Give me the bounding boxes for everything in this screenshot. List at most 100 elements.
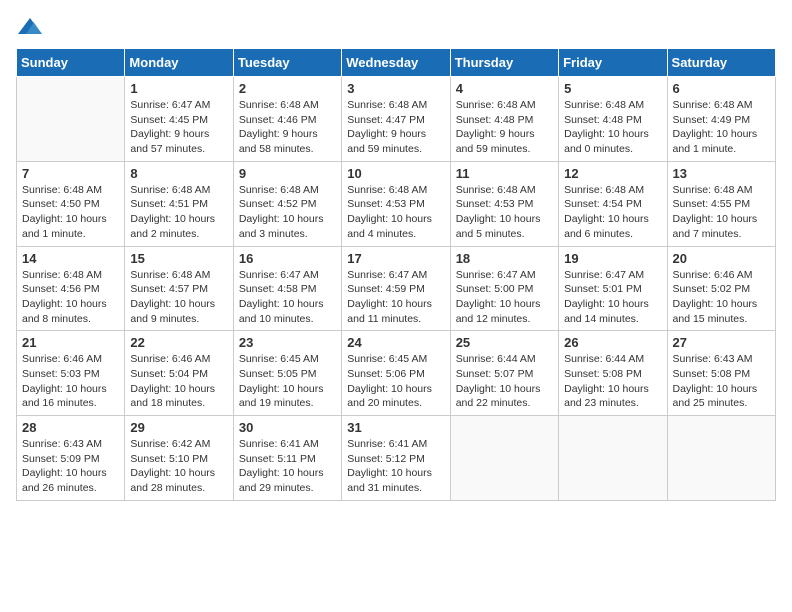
day-number: 4 <box>456 81 553 96</box>
calendar-cell: 3 Sunrise: 6:48 AMSunset: 4:47 PMDaylight… <box>342 77 450 162</box>
calendar-cell: 20 Sunrise: 6:46 AMSunset: 5:02 PMDayligh… <box>667 246 775 331</box>
day-info: Sunrise: 6:47 AMSunset: 5:01 PMDaylight:… <box>564 268 661 327</box>
day-info: Sunrise: 6:46 AMSunset: 5:04 PMDaylight:… <box>130 352 227 411</box>
day-info: Sunrise: 6:48 AMSunset: 4:51 PMDaylight:… <box>130 183 227 242</box>
day-number: 24 <box>347 335 444 350</box>
day-info: Sunrise: 6:47 AMSunset: 4:59 PMDaylight:… <box>347 268 444 327</box>
calendar-week-row: 28Sunrise: 6:43 AMSunset: 5:09 PMDayligh… <box>17 416 776 501</box>
day-number: 22 <box>130 335 227 350</box>
calendar-cell: 7Sunrise: 6:48 AMSunset: 4:50 PMDaylight… <box>17 161 125 246</box>
calendar-cell: 23 Sunrise: 6:45 AMSunset: 5:05 PMDayligh… <box>233 331 341 416</box>
day-info: Sunrise: 6:44 AMSunset: 5:08 PMDaylight:… <box>564 352 661 411</box>
weekday-header-sunday: Sunday <box>17 49 125 77</box>
day-info: Sunrise: 6:45 AMSunset: 5:06 PMDaylight:… <box>347 352 444 411</box>
weekday-header-friday: Friday <box>559 49 667 77</box>
day-number: 1 <box>130 81 227 96</box>
calendar-cell: 29Sunrise: 6:42 AMSunset: 5:10 PMDayligh… <box>125 416 233 501</box>
calendar-cell <box>559 416 667 501</box>
calendar-week-row: 1 Sunrise: 6:47 AMSunset: 4:45 PMDaylight… <box>17 77 776 162</box>
logo-icon <box>16 16 44 38</box>
calendar-cell: 9 Sunrise: 6:48 AMSunset: 4:52 PMDaylight… <box>233 161 341 246</box>
calendar-cell: 12Sunrise: 6:48 AMSunset: 4:54 PMDayligh… <box>559 161 667 246</box>
page-header <box>16 16 776 38</box>
day-number: 8 <box>130 166 227 181</box>
day-info: Sunrise: 6:42 AMSunset: 5:10 PMDaylight:… <box>130 437 227 496</box>
calendar-cell: 6Sunrise: 6:48 AMSunset: 4:49 PMDaylight… <box>667 77 775 162</box>
day-info: Sunrise: 6:41 AMSunset: 5:11 PMDaylight:… <box>239 437 336 496</box>
day-number: 27 <box>673 335 770 350</box>
day-number: 6 <box>673 81 770 96</box>
calendar-cell: 1 Sunrise: 6:47 AMSunset: 4:45 PMDaylight… <box>125 77 233 162</box>
day-info: Sunrise: 6:48 AMSunset: 4:56 PMDaylight:… <box>22 268 119 327</box>
calendar-cell: 16 Sunrise: 6:47 AMSunset: 4:58 PMDayligh… <box>233 246 341 331</box>
day-info: Sunrise: 6:47 AMSunset: 4:45 PMDaylight:… <box>130 98 227 157</box>
weekday-header-wednesday: Wednesday <box>342 49 450 77</box>
day-info: Sunrise: 6:48 AMSunset: 4:48 PMDaylight:… <box>456 98 553 157</box>
day-number: 13 <box>673 166 770 181</box>
calendar-cell <box>667 416 775 501</box>
day-number: 31 <box>347 420 444 435</box>
calendar-cell: 8 Sunrise: 6:48 AMSunset: 4:51 PMDaylight… <box>125 161 233 246</box>
calendar-week-row: 21 Sunrise: 6:46 AMSunset: 5:03 PMDayligh… <box>17 331 776 416</box>
day-number: 20 <box>673 251 770 266</box>
day-info: Sunrise: 6:47 AMSunset: 5:00 PMDaylight:… <box>456 268 553 327</box>
day-number: 10 <box>347 166 444 181</box>
day-info: Sunrise: 6:48 AMSunset: 4:47 PMDaylight:… <box>347 98 444 157</box>
calendar-header-row: SundayMondayTuesdayWednesdayThursdayFrid… <box>17 49 776 77</box>
day-number: 5 <box>564 81 661 96</box>
day-info: Sunrise: 6:41 AMSunset: 5:12 PMDaylight:… <box>347 437 444 496</box>
calendar-cell: 15 Sunrise: 6:48 AMSunset: 4:57 PMDayligh… <box>125 246 233 331</box>
weekday-header-monday: Monday <box>125 49 233 77</box>
calendar-cell: 25Sunrise: 6:44 AMSunset: 5:07 PMDayligh… <box>450 331 558 416</box>
calendar-cell <box>450 416 558 501</box>
logo <box>16 16 48 38</box>
calendar-table: SundayMondayTuesdayWednesdayThursdayFrid… <box>16 48 776 501</box>
calendar-week-row: 7Sunrise: 6:48 AMSunset: 4:50 PMDaylight… <box>17 161 776 246</box>
day-info: Sunrise: 6:48 AMSunset: 4:46 PMDaylight:… <box>239 98 336 157</box>
calendar-cell: 13 Sunrise: 6:48 AMSunset: 4:55 PMDayligh… <box>667 161 775 246</box>
day-info: Sunrise: 6:45 AMSunset: 5:05 PMDaylight:… <box>239 352 336 411</box>
day-number: 21 <box>22 335 119 350</box>
day-number: 2 <box>239 81 336 96</box>
day-info: Sunrise: 6:48 AMSunset: 4:53 PMDaylight:… <box>347 183 444 242</box>
day-number: 16 <box>239 251 336 266</box>
day-info: Sunrise: 6:48 AMSunset: 4:57 PMDaylight:… <box>130 268 227 327</box>
calendar-cell: 5 Sunrise: 6:48 AMSunset: 4:48 PMDaylight… <box>559 77 667 162</box>
day-number: 19 <box>564 251 661 266</box>
calendar-cell: 27 Sunrise: 6:43 AMSunset: 5:08 PMDayligh… <box>667 331 775 416</box>
calendar-cell: 21 Sunrise: 6:46 AMSunset: 5:03 PMDayligh… <box>17 331 125 416</box>
calendar-cell: 30 Sunrise: 6:41 AMSunset: 5:11 PMDayligh… <box>233 416 341 501</box>
day-info: Sunrise: 6:48 AMSunset: 4:48 PMDaylight:… <box>564 98 661 157</box>
day-info: Sunrise: 6:43 AMSunset: 5:09 PMDaylight:… <box>22 437 119 496</box>
day-number: 18 <box>456 251 553 266</box>
calendar-cell <box>17 77 125 162</box>
calendar-cell: 18 Sunrise: 6:47 AMSunset: 5:00 PMDayligh… <box>450 246 558 331</box>
calendar-cell: 22 Sunrise: 6:46 AMSunset: 5:04 PMDayligh… <box>125 331 233 416</box>
calendar-cell: 19 Sunrise: 6:47 AMSunset: 5:01 PMDayligh… <box>559 246 667 331</box>
calendar-cell: 4 Sunrise: 6:48 AMSunset: 4:48 PMDaylight… <box>450 77 558 162</box>
day-info: Sunrise: 6:48 AMSunset: 4:55 PMDaylight:… <box>673 183 770 242</box>
day-number: 26 <box>564 335 661 350</box>
day-number: 12 <box>564 166 661 181</box>
day-info: Sunrise: 6:48 AMSunset: 4:52 PMDaylight:… <box>239 183 336 242</box>
weekday-header-saturday: Saturday <box>667 49 775 77</box>
calendar-cell: 31 Sunrise: 6:41 AMSunset: 5:12 PMDayligh… <box>342 416 450 501</box>
calendar-cell: 17 Sunrise: 6:47 AMSunset: 4:59 PMDayligh… <box>342 246 450 331</box>
day-info: Sunrise: 6:46 AMSunset: 5:02 PMDaylight:… <box>673 268 770 327</box>
day-info: Sunrise: 6:47 AMSunset: 4:58 PMDaylight:… <box>239 268 336 327</box>
day-info: Sunrise: 6:44 AMSunset: 5:07 PMDaylight:… <box>456 352 553 411</box>
day-info: Sunrise: 6:46 AMSunset: 5:03 PMDaylight:… <box>22 352 119 411</box>
day-number: 17 <box>347 251 444 266</box>
weekday-header-tuesday: Tuesday <box>233 49 341 77</box>
day-number: 9 <box>239 166 336 181</box>
day-number: 11 <box>456 166 553 181</box>
day-number: 30 <box>239 420 336 435</box>
day-number: 23 <box>239 335 336 350</box>
day-info: Sunrise: 6:48 AMSunset: 4:50 PMDaylight:… <box>22 183 119 242</box>
calendar-cell: 24 Sunrise: 6:45 AMSunset: 5:06 PMDayligh… <box>342 331 450 416</box>
day-number: 14 <box>22 251 119 266</box>
day-info: Sunrise: 6:43 AMSunset: 5:08 PMDaylight:… <box>673 352 770 411</box>
day-number: 15 <box>130 251 227 266</box>
day-number: 3 <box>347 81 444 96</box>
day-info: Sunrise: 6:48 AMSunset: 4:53 PMDaylight:… <box>456 183 553 242</box>
